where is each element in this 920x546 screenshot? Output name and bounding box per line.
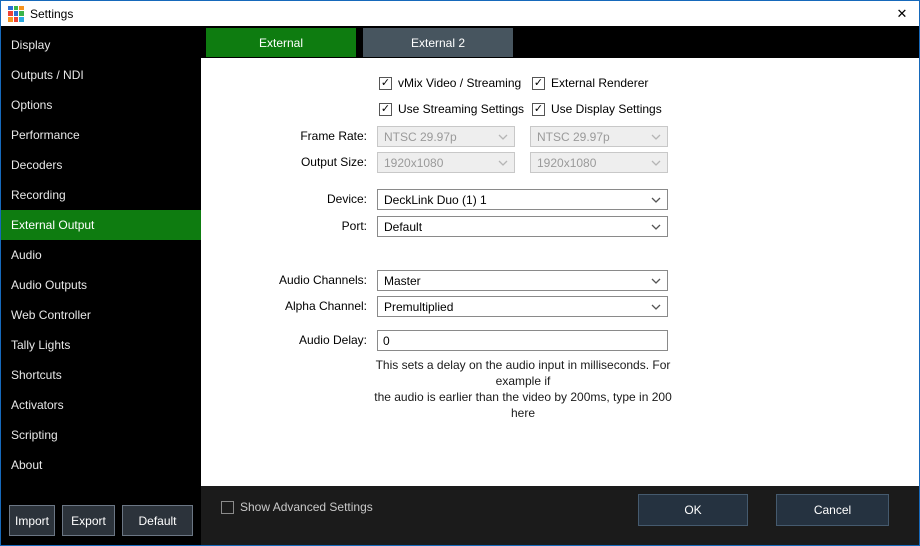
main-panel: External External 2 ✓ vMix Video / Strea… [201, 26, 919, 545]
show-advanced-settings-checkbox[interactable]: Show Advanced Settings [221, 500, 373, 514]
frame-rate-select-2[interactable]: NTSC 29.97p [530, 126, 668, 147]
sidebar-buttons: Import Export Default [1, 505, 201, 545]
footer-bar: Show Advanced Settings OK Cancel [201, 486, 919, 545]
sidebar-item-recording[interactable]: Recording [1, 180, 201, 210]
output-size-value-1: 1920x1080 [384, 156, 443, 170]
audio-delay-help-text: This sets a delay on the audio input in … [373, 357, 673, 421]
title-bar: Settings ✕ [1, 1, 919, 26]
use-streaming-settings-label: Use Streaming Settings [398, 102, 524, 116]
external-renderer-label: External Renderer [551, 76, 648, 90]
sidebar-item-shortcuts[interactable]: Shortcuts [1, 360, 201, 390]
sidebar: Display Outputs / NDI Options Performanc… [1, 26, 201, 545]
port-select[interactable]: Default [377, 216, 668, 237]
external-output-form: ✓ vMix Video / Streaming ✓ External Rend… [201, 58, 919, 486]
sidebar-item-options[interactable]: Options [1, 90, 201, 120]
tab-strip: External External 2 [201, 26, 919, 58]
sidebar-item-outputs-ndi[interactable]: Outputs / NDI [1, 60, 201, 90]
sidebar-item-activators[interactable]: Activators [1, 390, 201, 420]
checkbox-check-icon: ✓ [532, 77, 545, 90]
external-renderer-checkbox[interactable]: ✓ External Renderer [532, 76, 648, 90]
window-title: Settings [30, 7, 73, 21]
audio-delay-help-line-2: the audio is earlier than the video by 2… [373, 389, 673, 421]
vmix-logo-icon [8, 6, 24, 22]
sidebar-item-audio-outputs[interactable]: Audio Outputs [1, 270, 201, 300]
chevron-down-icon [651, 278, 661, 284]
use-streaming-settings-checkbox[interactable]: ✓ Use Streaming Settings [379, 102, 524, 116]
sidebar-item-tally-lights[interactable]: Tally Lights [1, 330, 201, 360]
export-button[interactable]: Export [62, 505, 115, 536]
alpha-channel-select[interactable]: Premultiplied [377, 296, 668, 317]
vmix-video-streaming-label: vMix Video / Streaming [398, 76, 521, 90]
vmix-video-streaming-checkbox[interactable]: ✓ vMix Video / Streaming [379, 76, 521, 90]
sidebar-item-audio[interactable]: Audio [1, 240, 201, 270]
settings-window: Settings ✕ Display Outputs / NDI Options… [0, 0, 920, 546]
alpha-channel-label: Alpha Channel: [201, 296, 367, 317]
port-value: Default [384, 220, 422, 234]
chevron-down-icon [498, 160, 508, 166]
tab-external[interactable]: External [206, 28, 356, 57]
sidebar-item-display[interactable]: Display [1, 30, 201, 60]
audio-delay-help-line-1: This sets a delay on the audio input in … [373, 357, 673, 389]
frame-rate-label: Frame Rate: [201, 126, 367, 147]
chevron-down-icon [651, 224, 661, 230]
sidebar-item-performance[interactable]: Performance [1, 120, 201, 150]
show-advanced-settings-label: Show Advanced Settings [240, 500, 373, 514]
output-size-value-2: 1920x1080 [537, 156, 596, 170]
frame-rate-value-2: NTSC 29.97p [537, 130, 610, 144]
cancel-button[interactable]: Cancel [776, 494, 889, 526]
audio-channels-label: Audio Channels: [201, 270, 367, 291]
sidebar-item-decoders[interactable]: Decoders [1, 150, 201, 180]
sidebar-item-about[interactable]: About [1, 450, 201, 480]
sidebar-nav: Display Outputs / NDI Options Performanc… [1, 26, 201, 505]
output-size-label: Output Size: [201, 152, 367, 173]
audio-channels-select[interactable]: Master [377, 270, 668, 291]
chevron-down-icon [651, 134, 661, 140]
checkbox-check-icon [221, 501, 234, 514]
output-size-select-1[interactable]: 1920x1080 [377, 152, 515, 173]
output-size-select-2[interactable]: 1920x1080 [530, 152, 668, 173]
tab-external-2[interactable]: External 2 [363, 28, 513, 57]
audio-delay-label: Audio Delay: [201, 330, 367, 351]
sidebar-item-external-output[interactable]: External Output [1, 210, 201, 240]
use-display-settings-label: Use Display Settings [551, 102, 662, 116]
close-icon[interactable]: ✕ [885, 1, 919, 26]
alpha-channel-value: Premultiplied [384, 300, 453, 314]
frame-rate-select-1[interactable]: NTSC 29.97p [377, 126, 515, 147]
sidebar-item-scripting[interactable]: Scripting [1, 420, 201, 450]
audio-delay-input[interactable] [377, 330, 668, 351]
checkbox-check-icon: ✓ [379, 103, 392, 116]
device-select[interactable]: DeckLink Duo (1) 1 [377, 189, 668, 210]
import-button[interactable]: Import [9, 505, 55, 536]
chevron-down-icon [651, 304, 661, 310]
chevron-down-icon [651, 160, 661, 166]
device-value: DeckLink Duo (1) 1 [384, 193, 487, 207]
audio-channels-value: Master [384, 274, 421, 288]
use-display-settings-checkbox[interactable]: ✓ Use Display Settings [532, 102, 662, 116]
window-body: Display Outputs / NDI Options Performanc… [1, 26, 919, 545]
ok-button[interactable]: OK [638, 494, 748, 526]
checkbox-check-icon: ✓ [379, 77, 392, 90]
chevron-down-icon [651, 197, 661, 203]
port-label: Port: [201, 216, 367, 237]
frame-rate-value-1: NTSC 29.97p [384, 130, 457, 144]
default-button[interactable]: Default [122, 505, 193, 536]
device-label: Device: [201, 189, 367, 210]
checkbox-check-icon: ✓ [532, 103, 545, 116]
chevron-down-icon [498, 134, 508, 140]
sidebar-item-web-controller[interactable]: Web Controller [1, 300, 201, 330]
